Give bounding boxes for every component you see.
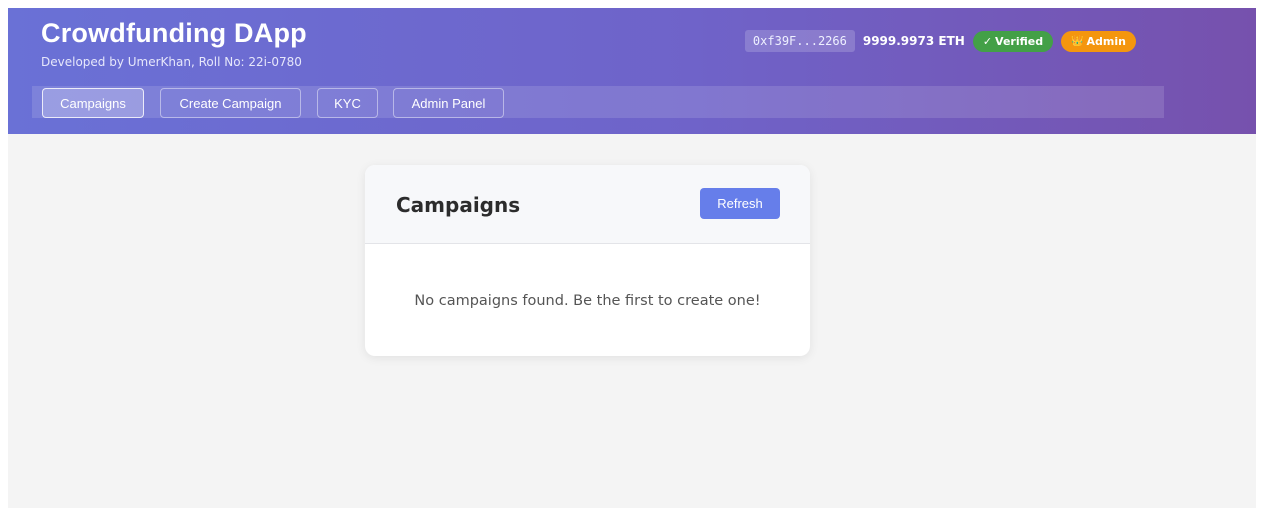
app-frame: Crowdfunding DApp Developed by UmerKhan,… [8, 8, 1256, 508]
campaigns-card-header: Campaigns Refresh [365, 165, 810, 244]
wallet-address: 0xf39F...2266 [744, 30, 855, 52]
check-icon: ✓ [982, 34, 993, 48]
nav-create-campaign-button[interactable]: Create Campaign [160, 88, 301, 118]
app-subtitle: Developed by UmerKhan, Roll No: 22i-0780 [41, 55, 302, 69]
admin-badge-label: Admin [1086, 34, 1126, 48]
app-title: Crowdfunding DApp [41, 18, 307, 48]
nav-kyc-button[interactable]: KYC [317, 88, 378, 118]
refresh-button[interactable]: Refresh [700, 188, 780, 219]
empty-campaigns-message: No campaigns found. Be the first to crea… [414, 293, 761, 309]
account-info: 0xf39F...2266 9999.9973 ETH ✓ Verified 👑… [744, 29, 1136, 53]
campaigns-title: Campaigns [396, 193, 521, 217]
wallet-balance: 9999.9973 ETH [862, 34, 965, 48]
crown-icon: 👑 [1071, 35, 1084, 47]
nav-campaigns-button[interactable]: Campaigns [42, 88, 144, 118]
verified-badge-label: Verified [995, 34, 1044, 48]
nav-admin-panel-button[interactable]: Admin Panel [393, 88, 504, 118]
app-header: Crowdfunding DApp Developed by UmerKhan,… [8, 8, 1256, 134]
campaigns-card: Campaigns Refresh No campaigns found. Be… [365, 165, 810, 356]
admin-badge: 👑 Admin [1061, 30, 1136, 52]
verified-badge: ✓ Verified [972, 30, 1054, 52]
